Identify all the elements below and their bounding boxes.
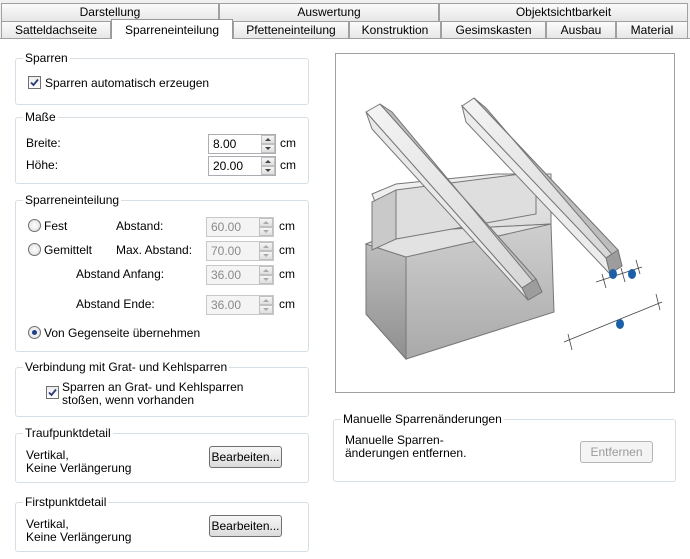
group-einteilung-title: Sparreneinteilung <box>23 193 122 207</box>
abstand-ende-up-arrow-icon[interactable] <box>259 296 273 305</box>
tab-auswertung[interactable]: Auswertung <box>219 3 439 21</box>
manuelle-line2: änderungen entfernen. <box>345 446 467 460</box>
sparren-auto-label: Sparren automatisch erzeugen <box>45 76 210 90</box>
max-abstand-up-arrow-icon[interactable] <box>259 242 273 251</box>
group-sparreneinteilung: Sparreneinteilung Fest Abstand: 60.00 cm… <box>15 193 309 352</box>
abstand-anfang-spinner[interactable]: 36.00 <box>206 265 274 285</box>
breite-up-arrow-icon[interactable] <box>261 135 275 144</box>
sparren-auto-checkbox[interactable] <box>28 76 41 89</box>
abstand-unit: cm <box>279 219 295 233</box>
tab-pfetteneinteilung[interactable]: Pfetteneinteilung <box>233 21 349 39</box>
breite-label: Breite: <box>26 136 61 150</box>
breite-down-arrow-icon[interactable] <box>261 144 275 153</box>
tab-row-bottom: Satteldachseite Sparreneinteilung Pfette… <box>0 19 688 39</box>
max-abstand-label: Max. Abstand: <box>116 243 193 257</box>
max-abstand-unit: cm <box>279 243 295 257</box>
tab-konstruktion[interactable]: Konstruktion <box>349 21 441 39</box>
abstand-ende-down-arrow-icon[interactable] <box>259 305 273 314</box>
max-abstand-down-arrow-icon[interactable] <box>259 251 273 260</box>
tab-ausbau[interactable]: Ausbau <box>546 21 616 39</box>
breite-unit: cm <box>280 136 296 150</box>
hoehe-spinner[interactable]: 20.00 <box>208 156 276 176</box>
group-masse-title: Maße <box>23 110 58 124</box>
max-abstand-value: 70.00 <box>211 244 242 258</box>
abstand-label: Abstand: <box>116 219 164 233</box>
radio-fest[interactable] <box>28 219 41 232</box>
radio-gemittelt-label: Gemittelt <box>44 243 93 257</box>
abstand-anfang-down-arrow-icon[interactable] <box>259 275 273 284</box>
firstpunkt-line1: Vertikal, <box>26 517 69 531</box>
tab-gesimskasten[interactable]: Gesimskasten <box>441 21 546 39</box>
group-sparren: Sparren Sparren automatisch erzeugen <box>15 51 309 105</box>
group-masse: Maße Breite: 8.00 cm Höhe: 20.00 cm <box>15 110 309 184</box>
radio-gegenseite[interactable] <box>28 326 41 339</box>
tab-row-top: Darstellung Auswertung Objektsichtbarkei… <box>0 3 688 21</box>
abstand-spinner[interactable]: 60.00 <box>206 217 274 237</box>
hoehe-up-arrow-icon[interactable] <box>261 157 275 166</box>
abstand-ende-value: 36.00 <box>211 298 242 312</box>
traufpunkt-line1: Vertikal, <box>26 448 69 462</box>
verbindung-checkbox[interactable] <box>46 386 59 399</box>
abstand-ende-spinner[interactable]: 36.00 <box>206 295 274 315</box>
entfernen-button[interactable]: Entfernen <box>580 441 653 463</box>
firstpunkt-bearbeiten-button[interactable]: Bearbeiten... <box>209 515 282 537</box>
radio-gemittelt[interactable] <box>28 243 41 256</box>
group-firstpunkt: Firstpunktdetail Vertikal, Keine Verläng… <box>15 495 309 552</box>
group-verbindung: Verbindung mit Grat- und Kehlsparren Spa… <box>15 360 309 417</box>
group-manuelle: Manuelle Sparrenänderungen Manuelle Spar… <box>333 412 676 482</box>
hoehe-label: Höhe: <box>26 158 59 172</box>
rafter-illustration-icon <box>364 97 663 361</box>
traufpunkt-line2: Keine Verlängerung <box>26 461 132 475</box>
group-traufpunkt-title: Traufpunktdetail <box>23 426 113 440</box>
tab-material[interactable]: Material <box>616 21 688 39</box>
abstand-down-arrow-icon[interactable] <box>259 227 273 236</box>
group-verbindung-title: Verbindung mit Grat- und Kehlsparren <box>23 360 230 374</box>
abstand-anfang-value: 36.00 <box>211 268 242 282</box>
tab-satteldachseite[interactable]: Satteldachseite <box>1 21 111 39</box>
tab-sparreneinteilung[interactable]: Sparreneinteilung <box>111 19 233 39</box>
breite-spinner[interactable]: 8.00 <box>208 134 276 154</box>
breite-value: 8.00 <box>213 137 237 151</box>
rafter-preview-image <box>335 53 675 393</box>
radio-gegenseite-label: Von Gegenseite übernehmen <box>44 326 201 340</box>
verbindung-label-line2: stoßen, wenn vorhanden <box>62 393 195 407</box>
group-firstpunkt-title: Firstpunktdetail <box>23 495 109 509</box>
tab-panel: Sparren Sparren automatisch erzeugen Maß… <box>0 38 690 559</box>
hoehe-unit: cm <box>280 158 296 172</box>
firstpunkt-line2: Keine Verlängerung <box>26 530 132 544</box>
group-sparren-title: Sparren <box>23 51 70 65</box>
traufpunkt-bearbeiten-button[interactable]: Bearbeiten... <box>209 446 282 468</box>
abstand-value: 60.00 <box>211 220 242 234</box>
abstand-anfang-label: Abstand Anfang: <box>76 267 165 281</box>
manuelle-line1: Manuelle Sparren- <box>345 433 444 447</box>
hoehe-value: 20.00 <box>213 159 244 173</box>
hoehe-down-arrow-icon[interactable] <box>261 166 275 175</box>
abstand-anfang-unit: cm <box>279 267 295 281</box>
tab-objektsichtbarkeit[interactable]: Objektsichtbarkeit <box>439 3 688 21</box>
abstand-ende-label: Abstand Ende: <box>76 297 155 311</box>
max-abstand-spinner[interactable]: 70.00 <box>206 241 274 261</box>
abstand-anfang-up-arrow-icon[interactable] <box>259 266 273 275</box>
radio-fest-label: Fest <box>44 219 68 233</box>
group-traufpunkt: Traufpunktdetail Vertikal, Keine Verläng… <box>15 426 309 483</box>
group-manuelle-title: Manuelle Sparrenänderungen <box>341 412 504 426</box>
verbindung-label-line1: Sparren an Grat- und Kehlsparren <box>62 380 244 394</box>
abstand-up-arrow-icon[interactable] <box>259 218 273 227</box>
abstand-ende-unit: cm <box>279 297 295 311</box>
